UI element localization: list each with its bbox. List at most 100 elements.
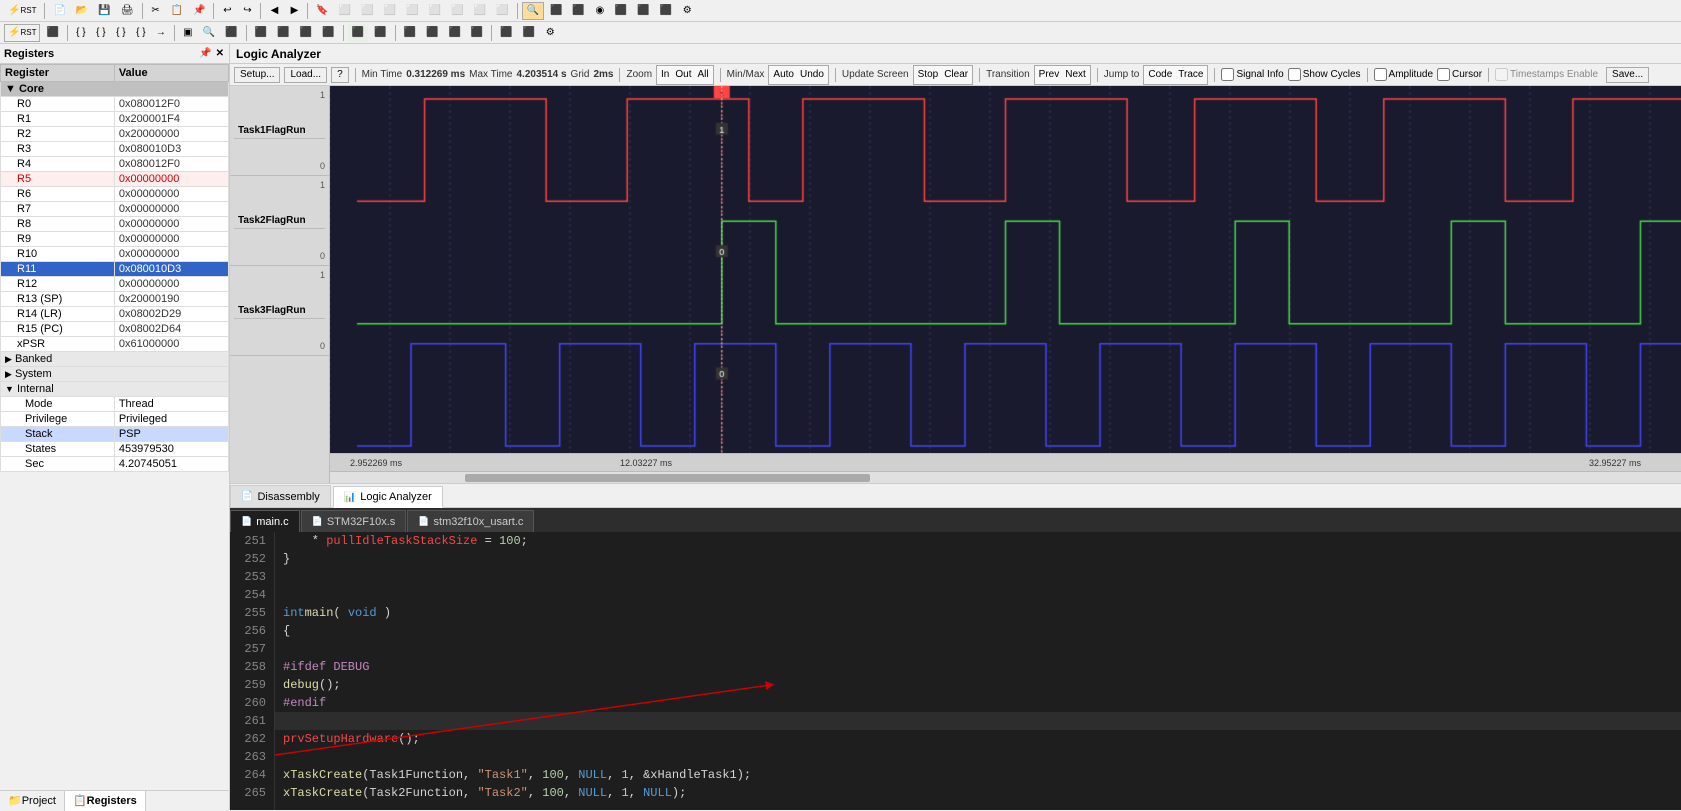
trace-button[interactable]: Trace bbox=[1176, 67, 1205, 83]
t2-11-button[interactable]: ⬛ bbox=[273, 24, 293, 42]
t4-button[interactable]: ⬜ bbox=[402, 2, 422, 20]
t2-2-button[interactable]: { } bbox=[72, 24, 90, 42]
t2-5-button[interactable]: { } bbox=[132, 24, 150, 42]
t2-22-button[interactable]: ⚙ bbox=[541, 24, 559, 42]
zoom-out-button[interactable]: Out bbox=[673, 67, 693, 83]
open-button[interactable]: 📂 bbox=[72, 2, 92, 20]
t13-button[interactable]: ⬛ bbox=[633, 2, 653, 20]
help-button[interactable]: ? bbox=[331, 67, 349, 83]
code-line-264[interactable]: xTaskCreate(Task1Function, "Task1", 100,… bbox=[275, 766, 1681, 784]
nav-fwd-button[interactable]: ▶ bbox=[285, 2, 303, 20]
t12-button[interactable]: ⬛ bbox=[611, 2, 631, 20]
save-la-button[interactable]: Save... bbox=[1606, 67, 1649, 83]
code-button[interactable]: Code bbox=[1146, 67, 1174, 83]
t2-6-button[interactable]: → bbox=[152, 24, 170, 42]
code-line-260[interactable]: #endif bbox=[275, 694, 1681, 712]
nav-back-button[interactable]: ◀ bbox=[265, 2, 283, 20]
undo-zoom-button[interactable]: Undo bbox=[798, 67, 826, 83]
t2-20-button[interactable]: ⬛ bbox=[496, 24, 516, 42]
amplitude-checkbox[interactable]: Amplitude bbox=[1374, 68, 1433, 81]
t2-button[interactable]: ⬜ bbox=[357, 2, 377, 20]
t15-button[interactable]: ⚙ bbox=[678, 2, 696, 20]
panel-close-icon[interactable]: ✕ bbox=[215, 47, 225, 60]
print-button[interactable]: 🖨 bbox=[117, 2, 138, 20]
t2-14-button[interactable]: ⬛ bbox=[348, 24, 368, 42]
tab-logic-analyzer[interactable]: 📊 Logic Analyzer bbox=[333, 486, 443, 508]
t2-21-button[interactable]: ⬛ bbox=[519, 24, 539, 42]
t2-17-button[interactable]: ⬛ bbox=[422, 24, 442, 42]
t5-button[interactable]: ⬜ bbox=[425, 2, 445, 20]
clear-button[interactable]: Clear bbox=[942, 67, 970, 83]
code-line-258[interactable]: #ifdef DEBUG bbox=[275, 658, 1681, 676]
t2-9-button[interactable]: ⬛ bbox=[221, 24, 241, 42]
bookmark-button[interactable]: 🔖 bbox=[312, 2, 332, 20]
scroll-thumb[interactable] bbox=[465, 474, 870, 482]
paste-button[interactable]: 📌 bbox=[189, 2, 209, 20]
code-line-255[interactable]: int main( void ) bbox=[275, 604, 1681, 622]
code-line-253[interactable] bbox=[275, 568, 1681, 586]
code-line-262[interactable]: prvSetupHardware(); bbox=[275, 730, 1681, 748]
t7-button[interactable]: ⬜ bbox=[470, 2, 490, 20]
next-button[interactable]: Next bbox=[1063, 67, 1088, 83]
show-cycles-checkbox[interactable]: Show Cycles bbox=[1288, 68, 1361, 81]
load-button[interactable]: Load... bbox=[284, 67, 327, 83]
code-line-265[interactable]: xTaskCreate(Task2Function, "Task2", 100,… bbox=[275, 784, 1681, 802]
file-tab-stm32-s[interactable]: 📄 STM32F10x.s bbox=[301, 510, 407, 532]
t8-button[interactable]: ⬜ bbox=[492, 2, 512, 20]
t2-13-button[interactable]: ⬛ bbox=[318, 24, 338, 42]
t3-button[interactable]: ⬜ bbox=[380, 2, 400, 20]
t2-10-button[interactable]: ⬛ bbox=[251, 24, 271, 42]
t2-7-button[interactable]: ▣ bbox=[179, 24, 197, 42]
redo-button[interactable]: ↪ bbox=[238, 2, 256, 20]
t2-16-button[interactable]: ⬛ bbox=[400, 24, 420, 42]
zoom-in-button[interactable]: In bbox=[659, 67, 671, 83]
file-tab-usart-c[interactable]: 📄 stm32f10x_usart.c bbox=[407, 510, 534, 532]
code-line-259[interactable]: debug(); bbox=[275, 676, 1681, 694]
t2-19-button[interactable]: ⬛ bbox=[467, 24, 487, 42]
t11-button[interactable]: ◉ bbox=[591, 2, 609, 20]
code-line-251[interactable]: * pullIdleTaskStackSize = 100; bbox=[275, 532, 1681, 550]
t1-button[interactable]: ⬜ bbox=[335, 2, 355, 20]
project-tab[interactable]: 📁 Project bbox=[0, 791, 65, 811]
debug-rst-button[interactable]: ⚡RST bbox=[4, 24, 40, 42]
find-button[interactable]: 🔍 bbox=[522, 2, 544, 20]
prev-button[interactable]: Prev bbox=[1037, 67, 1062, 83]
cut-button[interactable]: ✂ bbox=[147, 2, 165, 20]
copy-button[interactable]: 📋 bbox=[167, 2, 187, 20]
stop-button[interactable]: Stop bbox=[916, 67, 941, 83]
t9-button[interactable]: ⬛ bbox=[546, 2, 566, 20]
code-line-256[interactable]: { bbox=[275, 622, 1681, 640]
t14-button[interactable]: ⬛ bbox=[656, 2, 676, 20]
timestamps-checkbox[interactable]: Timestamps Enable bbox=[1495, 68, 1598, 81]
code-content[interactable]: * pullIdleTaskStackSize = 100;} int main(… bbox=[275, 532, 1681, 810]
file-tab-main-c[interactable]: 📄 main.c bbox=[230, 510, 300, 532]
save-button[interactable]: 💾 bbox=[94, 2, 114, 20]
code-line-263[interactable] bbox=[275, 748, 1681, 766]
setup-button[interactable]: Setup... bbox=[234, 67, 280, 83]
t2-3-button[interactable]: { } bbox=[92, 24, 110, 42]
undo-button[interactable]: ↩ bbox=[218, 2, 236, 20]
signal-info-checkbox[interactable]: Signal Info bbox=[1221, 68, 1283, 81]
panel-float-icon[interactable]: 📌 bbox=[198, 47, 212, 60]
cursor-checkbox[interactable]: Cursor bbox=[1437, 68, 1482, 81]
t2-8-button[interactable]: 🔍 bbox=[199, 24, 219, 42]
waveform-scrollbar[interactable] bbox=[330, 471, 1681, 483]
new-button[interactable]: 📄 bbox=[49, 2, 69, 20]
auto-button[interactable]: Auto bbox=[771, 67, 796, 83]
t2-4-button[interactable]: { } bbox=[112, 24, 130, 42]
tab-disassembly[interactable]: 📄 Disassembly bbox=[230, 485, 331, 507]
t2-18-button[interactable]: ⬛ bbox=[444, 24, 464, 42]
t2-1-button[interactable]: ⬛ bbox=[42, 24, 62, 42]
code-line-261[interactable] bbox=[275, 712, 1681, 730]
code-line-252[interactable]: } bbox=[275, 550, 1681, 568]
waveform-canvas[interactable] bbox=[330, 86, 1681, 453]
code-line-257[interactable] bbox=[275, 640, 1681, 658]
code-line-254[interactable] bbox=[275, 586, 1681, 604]
zoom-all-button[interactable]: All bbox=[696, 67, 711, 83]
t10-button[interactable]: ⬛ bbox=[568, 2, 588, 20]
t6-button[interactable]: ⬜ bbox=[447, 2, 467, 20]
registers-tab[interactable]: 📋 Registers bbox=[65, 791, 146, 811]
t2-12-button[interactable]: ⬛ bbox=[296, 24, 316, 42]
rst-button[interactable]: ⚡RST bbox=[4, 2, 40, 20]
t2-15-button[interactable]: ⬛ bbox=[370, 24, 390, 42]
